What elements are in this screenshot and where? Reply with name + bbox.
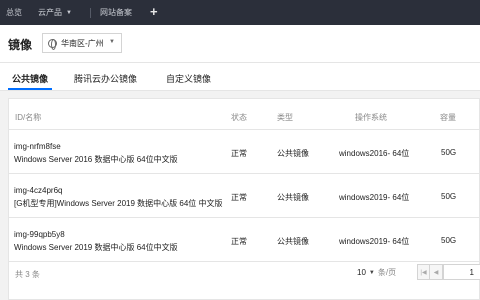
globe-icon [48, 38, 57, 50]
table-row: img-99qpb5y8 Windows Server 2019 数据中心版 6… [9, 218, 480, 262]
image-type: 公共镜像 [277, 193, 309, 202]
column-header-type: 类型 [277, 113, 293, 122]
tab-tencent-office-images[interactable]: 腾讯云办公镜像 [74, 72, 137, 85]
image-status: 正常 [231, 149, 247, 158]
first-page-icon[interactable]: |◀ [417, 264, 430, 280]
column-header-status: 状态 [231, 113, 247, 122]
image-type: 公共镜像 [277, 149, 309, 158]
image-status: 正常 [231, 237, 247, 246]
image-os: windows2019- 64位 [339, 237, 410, 246]
region-selector[interactable]: 华南区-广州 ▼ [42, 33, 122, 53]
image-capacity: 50G [441, 192, 457, 201]
image-id[interactable]: img-99qpb5y8 [14, 230, 65, 239]
image-name: Windows Server 2016 数据中心版 64位中文版 [14, 155, 178, 164]
nav-cloud-products[interactable]: 云产品 ▼ [38, 0, 72, 25]
image-os: windows2016- 64位 [339, 149, 410, 158]
page-size-unit: 条/页 [377, 268, 397, 277]
nav-website-filing[interactable]: 网站备案 [100, 0, 132, 25]
tab-public-images[interactable]: 公共镜像 [12, 72, 48, 85]
column-header-capacity: 容量 [440, 113, 456, 122]
page-title: 镜像 [8, 38, 33, 52]
chevron-down-icon: ▼ [66, 9, 72, 16]
table-row: img-4cz4pr6q [G机型专用]Windows Server 2019 … [9, 174, 480, 218]
image-capacity: 50G [441, 236, 457, 245]
page-size-value: 10 [357, 268, 366, 277]
column-header-os: 操作系统 [355, 113, 387, 122]
page-header: 镜像 华南区-广州 ▼ [0, 25, 480, 63]
nav-overview[interactable]: 总览 [6, 0, 22, 25]
column-header-id-name: ID/名称 [15, 113, 42, 122]
nav-cloud-products-label: 云产品 [38, 8, 62, 17]
image-status: 正常 [231, 193, 247, 202]
nav-divider [90, 8, 91, 18]
previous-page-icon[interactable]: ◀ [430, 264, 443, 280]
image-capacity: 50G [441, 148, 457, 157]
region-selector-label: 华南区-广州 [61, 38, 104, 48]
image-id[interactable]: img-4cz4pr6q [14, 186, 62, 195]
active-tab-indicator [8, 88, 52, 90]
total-count: 共 3 条 [15, 270, 40, 279]
page-size-selector[interactable]: 10 ▼ 条/页 [357, 267, 396, 278]
chevron-down-icon: ▼ [109, 39, 115, 45]
tab-custom-images[interactable]: 自定义镜像 [166, 72, 211, 85]
table-row: img-nrfm8fse Windows Server 2016 数据中心版 6… [9, 130, 480, 174]
image-table-panel: ID/名称 状态 类型 操作系统 容量 img-nrfm8fse Windows… [8, 98, 480, 300]
image-id[interactable]: img-nrfm8fse [14, 142, 61, 151]
image-name: [G机型专用]Windows Server 2019 数据中心版 64位 中文版 [14, 199, 223, 208]
page-number-input[interactable]: 1 [443, 264, 480, 280]
chevron-down-icon: ▼ [368, 269, 375, 276]
image-name: Windows Server 2019 数据中心版 64位中文版 [14, 243, 178, 252]
top-navigation-bar: 总览 云产品 ▼ 网站备案 + [0, 0, 480, 25]
image-type: 公共镜像 [277, 237, 309, 246]
image-os: windows2019- 64位 [339, 193, 410, 202]
image-type-tabs: 公共镜像 腾讯云办公镜像 自定义镜像 [0, 63, 480, 91]
plus-icon[interactable]: + [150, 4, 158, 20]
